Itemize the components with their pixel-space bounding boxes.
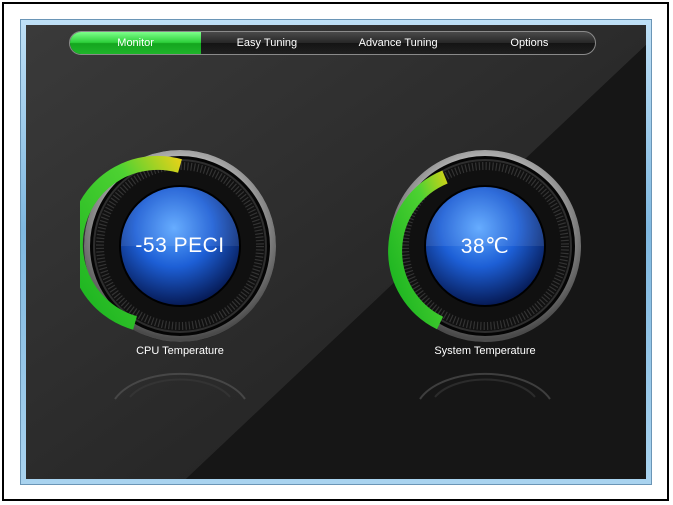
- tab-easy-tuning[interactable]: Easy Tuning: [201, 32, 332, 54]
- system-gauge-reflection: [419, 372, 551, 400]
- cpu-temperature-label: CPU Temperature: [136, 345, 224, 357]
- cpu-temperature-gauge: -53 PECI: [80, 146, 280, 346]
- app-area: Monitor Easy Tuning Advance Tuning Optio…: [26, 25, 646, 479]
- tab-monitor[interactable]: Monitor: [70, 32, 202, 54]
- tab-advance-tuning[interactable]: Advance Tuning: [333, 32, 464, 54]
- system-temperature-label: System Temperature: [434, 345, 536, 357]
- cpu-gauge-reflection: [114, 372, 246, 400]
- cpu-temperature-value: -53 PECI: [135, 234, 225, 257]
- system-temperature-gauge: 38℃: [385, 146, 585, 346]
- tab-bar: Monitor Easy Tuning Advance Tuning Optio…: [69, 31, 596, 55]
- tab-options[interactable]: Options: [464, 32, 595, 54]
- system-temperature-value: 38℃: [460, 234, 510, 258]
